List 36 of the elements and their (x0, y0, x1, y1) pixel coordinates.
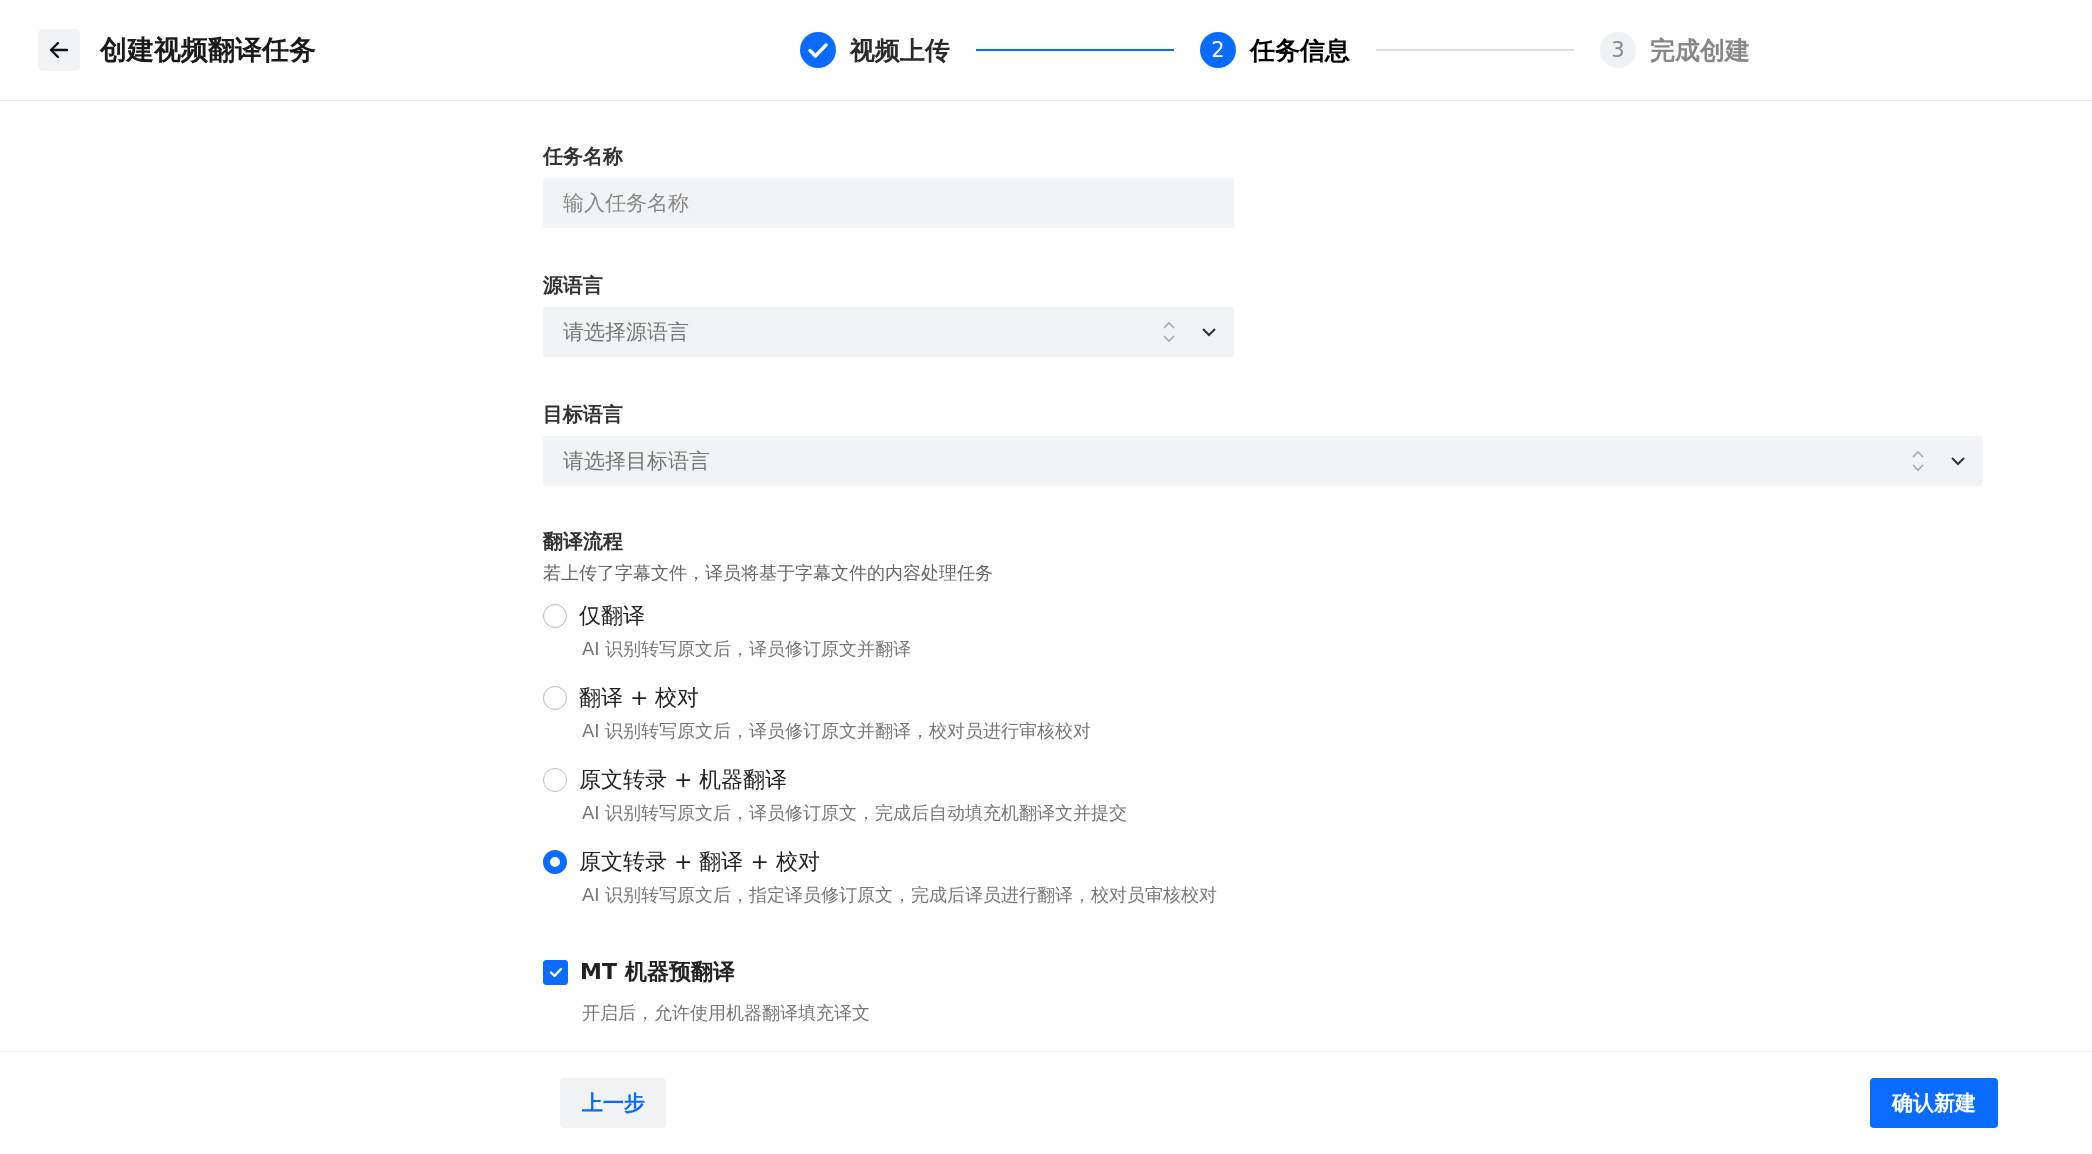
chevron-down-icon (1949, 455, 1967, 467)
radio-button[interactable] (543, 604, 567, 628)
radio-label: 仅翻译 (579, 602, 645, 630)
checkbox-label: MT 机器预翻译 (580, 958, 735, 986)
section-hint: 若上传了字幕文件，译员将基于字幕文件的内容处理任务 (543, 561, 993, 585)
radio-button[interactable] (543, 686, 567, 710)
radio-label: 原文转录 + 机器翻译 (579, 766, 788, 794)
back-button[interactable] (38, 29, 80, 71)
step-label: 任务信息 (1250, 34, 1350, 67)
field-label: 目标语言 (543, 401, 623, 428)
radio-label: 原文转录 + 翻译 + 校对 (579, 848, 820, 876)
chevron-down-icon (1200, 326, 1218, 338)
step-number: 3 (1600, 32, 1636, 68)
step-number: 2 (1200, 32, 1236, 68)
previous-step-button[interactable]: 上一步 (560, 1078, 666, 1128)
option-description: AI 识别转写原文后，译员修订原文并翻译，校对员进行审核校对 (582, 719, 1093, 743)
confirm-create-button[interactable]: 确认新建 (1870, 1078, 1998, 1128)
option-description: AI 识别转写原文后，指定译员修订原文，完成后译员进行翻译，校对员审核校对 (582, 883, 1218, 907)
spinner-icon (1162, 319, 1176, 345)
option-description: AI 识别转写原文后，译员修订原文并翻译 (582, 637, 913, 661)
radio-button[interactable] (543, 850, 567, 874)
task-name-field[interactable]: 输入任务名称 (543, 178, 1234, 228)
step-label: 视频上传 (850, 34, 950, 67)
source-language-select[interactable]: 请选择源语言 (543, 307, 1234, 357)
option-description: 开启后，允许使用机器翻译填充译文 (582, 1001, 870, 1025)
field-label: 源语言 (543, 272, 603, 299)
checkbox[interactable] (543, 959, 568, 985)
option-description: AI 识别转写原文后，译员修订原文，完成后自动填充机翻译文并提交 (582, 801, 1129, 825)
spinner-icon (1911, 448, 1925, 474)
field-label: 任务名称 (543, 143, 623, 170)
page-title: 创建视频翻译任务 (100, 33, 316, 67)
target-language-select[interactable]: 请选择目标语言 (543, 436, 1983, 486)
section-label: 翻译流程 (543, 528, 623, 555)
radio-label: 翻译 + 校对 (579, 684, 700, 712)
radio-button[interactable] (543, 768, 567, 792)
step-label: 完成创建 (1650, 34, 1750, 67)
